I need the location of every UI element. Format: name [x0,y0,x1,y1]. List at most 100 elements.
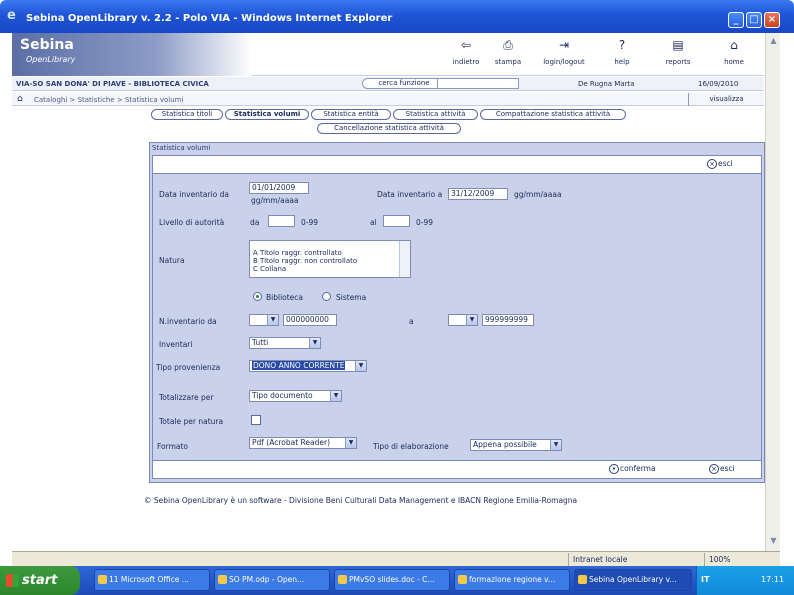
home-small-icon[interactable]: ⌂ [17,94,23,104]
nature-option[interactable]: B Titolo raggr. non controllato [250,257,410,265]
statistics-form-panel: Statistica volumi × esci Data inventario … [149,142,765,483]
scope-radio-biblioteca[interactable] [253,292,262,301]
confirm-button[interactable]: • conferma [609,464,656,474]
inv-from-label: N.inventario da [159,317,217,326]
scroll-up-icon[interactable]: ▲ [768,36,779,48]
close-button[interactable]: × [764,12,780,28]
inv-to-input[interactable]: 999999999 [482,314,534,326]
zoom-level[interactable]: 100% [704,553,780,566]
app-header: Sebina OpenLibrary ⇦ indietro ⎙ stampa ⇥… [12,33,764,76]
nature-listbox[interactable]: A Titolo raggr. controllato B Titolo rag… [249,240,411,278]
date-from-input[interactable]: 01/01/2009 [249,182,309,194]
inv-from-input[interactable]: 000000000 [283,314,337,326]
taskbar-item-label: SO PM.odp - Open... [229,575,305,584]
breadcrumb-path[interactable]: Cataloghi > Statistiche > Statistica vol… [34,96,183,104]
info-bar: VIA-SO SAN DONA' DI PIAVE - BIBLIOTECA C… [12,77,764,91]
format-select[interactable]: Pdf (Acrobat Reader) ▼ [249,437,357,449]
provenienza-label: Tipo provenienza [156,363,221,372]
totals-nature-checkbox[interactable] [251,415,261,425]
provenienza-select[interactable]: DONO ANNO CORRENTE ▼ [249,360,367,372]
window-title: Sebina OpenLibrary v. 2.2 - Polo VIA - W… [26,13,393,24]
inventari-select[interactable]: Tutti ▼ [249,337,321,349]
breadcrumb: ⌂ Cataloghi > Statistiche > Statistica v… [12,93,764,106]
logo-main: Sebina [20,37,74,53]
level-label: Livello di autorità [159,218,225,227]
nature-option[interactable]: C Collana [250,265,410,273]
print-button[interactable]: ⎙ stampa [478,37,538,66]
login-icon: ⇥ [558,38,570,52]
document-icon [218,575,227,584]
print-label: stampa [494,58,522,66]
window-titlebar: e Sebina OpenLibrary v. 2.2 - Polo VIA -… [0,0,794,33]
chevron-down-icon: ▼ [355,361,366,371]
scope-label-sistema: Sistema [336,293,367,302]
start-label: start [22,573,58,588]
minimize-button[interactable]: _ [728,12,744,28]
visualize-button[interactable]: visualizza [688,93,764,106]
exit-button-bottom[interactable]: × esci [709,464,735,474]
level-to-hint: 0-99 [416,218,434,227]
inv-from-prefix-select[interactable]: ▼ [249,314,279,326]
login-logout-button[interactable]: ⇥ login/logout [534,37,594,66]
print-icon: ⎙ [503,38,513,52]
tab-compattazione[interactable]: Compattazione statistica attività [480,109,626,120]
tab-statistica-volumi[interactable]: Statistica volumi [225,109,309,120]
exit-button-top[interactable]: × esci [707,159,733,169]
chevron-down-icon: ▼ [309,338,320,348]
inventari-value: Tutti [252,338,269,347]
vertical-scrollbar[interactable]: ▲ ▼ [765,33,780,551]
taskbar-item-sebina[interactable]: Sebina OpenLibrary v... [574,569,692,591]
document-icon [338,575,347,584]
tab-cancellazione[interactable]: Cancellazione statistica attività [317,123,461,134]
search-function-input[interactable] [437,78,519,89]
form-bottom-bar: • conferma × esci [153,460,761,478]
form-inner: × esci Data inventario da 01/01/2009 gg/m… [152,155,762,479]
reports-label: reports [665,58,691,66]
search-function-button[interactable]: cerca funzione [362,78,446,89]
date-to-label: Data inventario a [377,190,443,199]
date-to-input[interactable]: 31/12/2009 [448,188,508,200]
office-icon [98,575,107,584]
nature-option[interactable]: A Titolo raggr. controllato [250,249,410,257]
confirm-label: conferma [620,464,656,473]
tab-statistica-entita[interactable]: Statistica entità [311,109,391,120]
page-footer: © Sebina OpenLibrary è un software - Div… [144,496,578,505]
totals-label: Totalizzare per [159,393,214,402]
reports-icon: ▤ [672,38,684,52]
elab-label: Tipo di elaborazione [373,442,449,451]
language-indicator[interactable]: IT [701,575,709,584]
scope-label-biblioteca: Biblioteca [266,293,304,302]
nature-listbox-scrollbar[interactable] [399,241,410,277]
home-button[interactable]: ⌂ home [704,37,764,66]
reports-button[interactable]: ▤ reports [648,37,708,66]
internet-explorer-icon: e [7,8,16,23]
help-icon: ? [618,38,626,52]
taskbar-item-slides[interactable]: PMvSO slides.doc - C... [334,569,450,591]
level-from-input[interactable] [268,215,295,227]
taskbar-item-office[interactable]: 11 Microsoft Office ... [94,569,210,591]
chevron-down-icon: ▼ [550,440,561,450]
tab-statistica-titoli[interactable]: Statistica titoli [151,109,223,120]
level-to-input[interactable] [383,215,410,227]
help-button[interactable]: ? help [592,37,652,66]
scope-radio-sistema[interactable] [322,292,331,301]
format-value: Pdf (Acrobat Reader) [252,438,331,447]
elab-select[interactable]: Appena possibile ▼ [470,439,562,451]
maximize-button[interactable]: □ [746,12,762,28]
taskbar-item-formazione[interactable]: formazione regione v... [454,569,570,591]
inv-to-prefix-select[interactable]: ▼ [448,314,478,326]
windows-taskbar: start 11 Microsoft Office ... SO PM.odp … [0,566,794,595]
date-to-hint: gg/mm/aaaa [514,190,562,199]
home-label: home [724,58,744,66]
totals-nature-label: Totale per natura [159,417,224,426]
exit-label: esci [720,464,735,473]
chevron-down-icon: ▼ [345,438,356,448]
nature-label: Natura [159,256,185,265]
totals-select[interactable]: Tipo documento ▼ [249,390,342,402]
taskbar-item-openoffice[interactable]: SO PM.odp - Open... [214,569,330,591]
tab-statistica-attivita[interactable]: Statistica attività [393,109,478,120]
scroll-down-icon[interactable]: ▼ [768,536,779,548]
format-label: Formato [157,442,189,451]
start-button[interactable]: start [0,566,80,595]
statistics-tabs: Statistica titoli Statistica volumi Stat… [12,109,764,137]
